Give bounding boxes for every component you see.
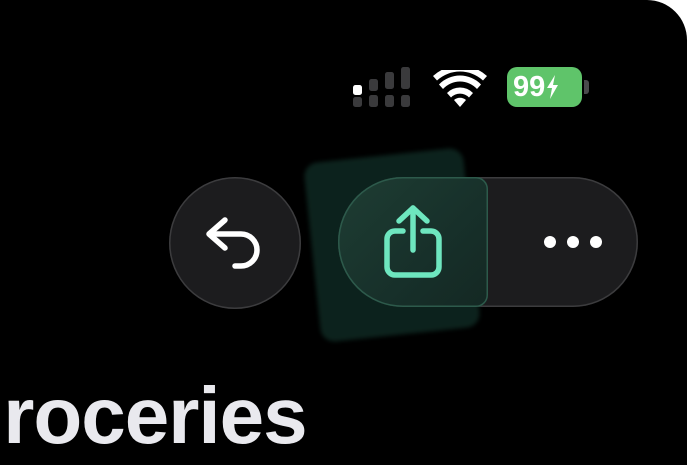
- signal-bar: [353, 85, 362, 95]
- page-title: Groceries: [0, 371, 308, 460]
- signal-bar: [401, 67, 410, 89]
- share-icon: [384, 205, 442, 278]
- battery-percent: 99: [513, 71, 546, 103]
- action-toolbar: [303, 147, 638, 343]
- battery-cap: [584, 80, 589, 94]
- app-screen: 99 Groceries: [0, 0, 687, 465]
- signal-bar: [353, 97, 362, 107]
- signal-bar: [369, 95, 378, 107]
- signal-bar: [385, 72, 394, 89]
- reply-arrow-icon: [206, 217, 260, 269]
- ellipsis-icon: [544, 236, 602, 248]
- wifi-icon: [433, 70, 487, 107]
- charging-bolt-icon: [547, 75, 559, 99]
- signal-bar: [385, 95, 394, 107]
- reply-button[interactable]: [169, 177, 301, 309]
- signal-bar: [369, 79, 378, 91]
- signal-bar: [401, 95, 410, 107]
- more-options-button[interactable]: [508, 177, 638, 307]
- battery-icon: 99: [507, 67, 582, 107]
- share-button[interactable]: [338, 177, 488, 307]
- cellular-signal-icon: [353, 67, 413, 107]
